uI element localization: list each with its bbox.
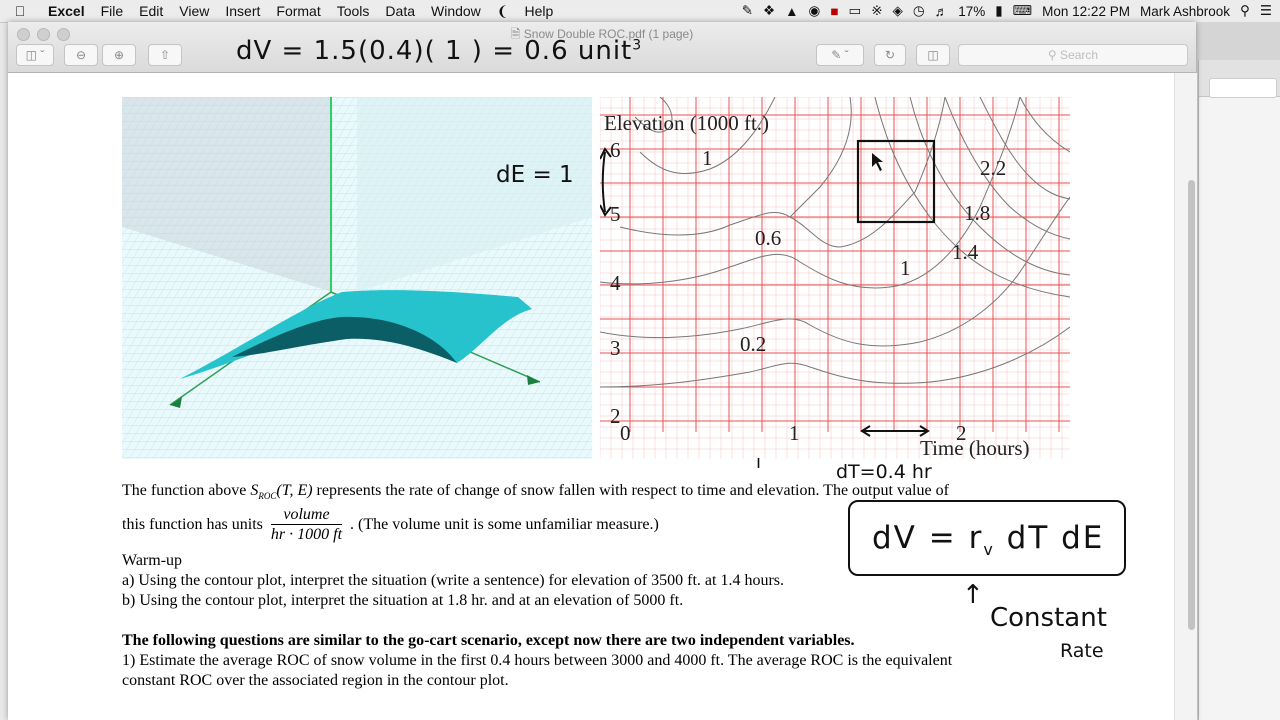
- search-icon: ⚲: [1047, 48, 1057, 62]
- ytick-6: 6: [610, 138, 621, 162]
- contour-level-label: 0.6: [755, 226, 781, 250]
- keyboard-icon[interactable]: ⌨: [1013, 3, 1033, 19]
- menu-data[interactable]: Data: [377, 3, 423, 19]
- doc-warmup-heading: Warm-up: [122, 552, 183, 569]
- units-fraction: volume hr · 1000 ft: [270, 506, 343, 543]
- clock[interactable]: Mon 12:22 PM: [1042, 4, 1130, 19]
- ytick-3: 3: [610, 336, 621, 360]
- contour-level-label: 1: [900, 256, 911, 280]
- contour-level-label: 1: [702, 146, 713, 170]
- volume-icon[interactable]: ♬: [935, 4, 949, 19]
- doc-question-a: a) Using the contour plot, interpret the…: [122, 572, 785, 589]
- menu-window[interactable]: Window: [423, 3, 489, 19]
- toolbox-icon[interactable]: ◫: [916, 44, 950, 66]
- apple-icon[interactable]: : [0, 3, 40, 19]
- xtick-2: 2: [956, 421, 967, 445]
- doc-question-1: 1) Estimate the average ROC of snow volu…: [122, 652, 953, 669]
- doc-question-b: b) Using the contour plot, interpret the…: [122, 592, 684, 609]
- doc-paragraph-1: The function above SROC(T, E) represents…: [122, 482, 949, 502]
- zoom-out-icon[interactable]: ⊖: [64, 44, 98, 66]
- menu-format[interactable]: Format: [268, 3, 328, 19]
- handwritten-tick: ı: [756, 452, 762, 473]
- doc-bold-intro: The following questions are similar to t…: [122, 632, 855, 649]
- contour-level-label: 1.4: [952, 240, 979, 264]
- ytick-4: 4: [610, 271, 621, 295]
- handwritten-arrow: ↑: [962, 580, 984, 610]
- menu-edit[interactable]: Edit: [131, 3, 171, 19]
- menu-bar:  Excel File Edit View Insert Format Too…: [0, 0, 1280, 23]
- handwritten-dV-equation: dV = rv dT dE: [872, 520, 1105, 560]
- record-icon[interactable]: ■: [830, 4, 838, 19]
- ytick-5: 5: [610, 202, 621, 226]
- share-icon[interactable]: ⇧: [148, 44, 182, 66]
- dropbox-icon[interactable]: ❖: [763, 3, 775, 19]
- menu-app-name[interactable]: Excel: [40, 3, 93, 19]
- contour-level-label: 1.8: [964, 201, 990, 225]
- doc-question-1-cont: constant ROC over the associated region …: [122, 672, 509, 689]
- contour-xlabel: Time (hours): [920, 436, 1029, 459]
- handwritten-top-equation: dV = 1.5(0.4)( 1 ) = 0.6 unit3: [236, 36, 643, 66]
- scrollbar-thumb[interactable]: [1188, 180, 1195, 630]
- menu-tools[interactable]: Tools: [329, 3, 378, 19]
- window-titlebar[interactable]: 🗎 Snow Double ROC.pdf (1 page) ◫ ˇ ⊖ ⊕ ⇧…: [8, 22, 1196, 73]
- contour-ylabel: Elevation (1000 ft.): [604, 111, 769, 135]
- sidebar-toggle-icon[interactable]: ◫ ˇ: [16, 44, 54, 66]
- pen-icon[interactable]: ✎: [742, 3, 753, 19]
- markup-pen-icon[interactable]: ✎ ˇ: [816, 44, 864, 66]
- xtick-0: 0: [620, 421, 631, 445]
- menu-file[interactable]: File: [93, 3, 132, 19]
- rotate-icon[interactable]: ↻: [874, 44, 906, 66]
- battery-percent[interactable]: 17%: [958, 4, 985, 19]
- contour-level-label: 2.2: [980, 156, 1006, 180]
- contour-plot: Elevation (1000 ft.) Time (hours) 6 5 4 …: [599, 96, 1071, 460]
- surface-plot-3d: [122, 97, 592, 459]
- doc-paragraph-2: this function has units volume hr · 1000 …: [122, 506, 659, 543]
- handwritten-constant: Constant: [990, 603, 1107, 633]
- handwritten-rate: Rate: [1060, 640, 1104, 662]
- zoom-in-icon[interactable]: ⊕: [102, 44, 136, 66]
- background-window: [1198, 60, 1280, 720]
- evernote-icon[interactable]: ◉: [809, 3, 821, 19]
- menu-help[interactable]: Help: [517, 3, 562, 19]
- notification-center-icon[interactable]: ☰: [1260, 3, 1272, 19]
- menu-view[interactable]: View: [171, 3, 217, 19]
- bluetooth-icon[interactable]: ※: [871, 3, 882, 19]
- script-icon[interactable]: ❨: [489, 3, 517, 20]
- battery-icon[interactable]: ▮: [995, 3, 1002, 19]
- time-machine-icon[interactable]: ◷: [913, 3, 925, 19]
- xtick-1: 1: [789, 421, 800, 445]
- menu-insert[interactable]: Insert: [217, 3, 268, 19]
- status-area: ✎ ❖ ▲ ◉ ■ ▭ ※ ◈ ◷ ♬ 17% ▮ ⌨ Mon 12:22 PM…: [732, 0, 1272, 22]
- user-name[interactable]: Mark Ashbrook: [1140, 4, 1230, 19]
- search-input[interactable]: ⚲ Search: [958, 44, 1188, 66]
- drive-icon[interactable]: ▲: [785, 4, 798, 19]
- airplay-icon[interactable]: ▭: [848, 3, 861, 19]
- contour-level-label: 0.2: [740, 332, 766, 356]
- handwritten-dE: dE = 1: [496, 162, 574, 188]
- ytick-2: 2: [610, 404, 621, 428]
- spotlight-icon[interactable]: ⚲: [1240, 3, 1250, 19]
- wifi-icon[interactable]: ◈: [893, 3, 903, 19]
- handwritten-dT: dT=0.4 hr: [836, 461, 932, 483]
